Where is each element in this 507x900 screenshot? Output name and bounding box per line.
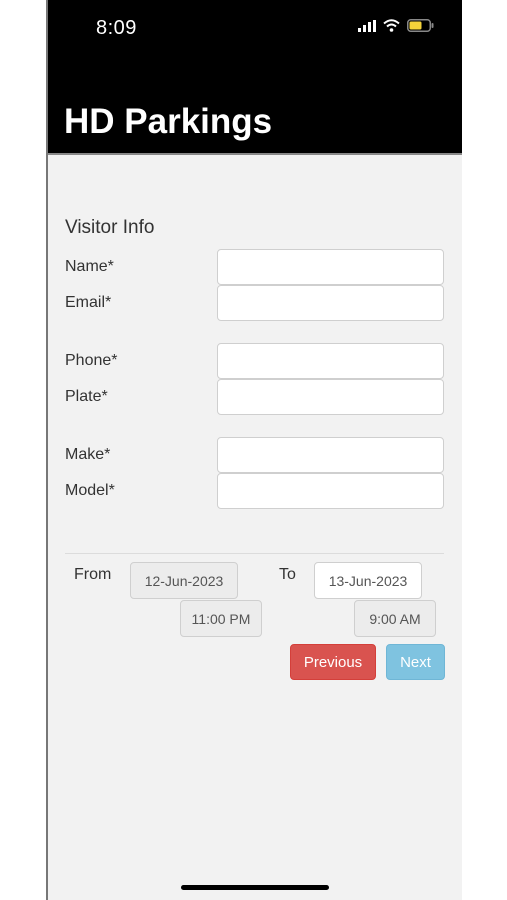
model-label: Model* xyxy=(65,482,115,499)
form-divider xyxy=(65,553,444,554)
status-icons xyxy=(358,19,434,32)
app-title: HD Parkings xyxy=(64,102,273,141)
previous-button[interactable]: Previous xyxy=(290,644,376,680)
battery-icon xyxy=(407,19,434,32)
from-date-field[interactable]: 12-Jun-2023 xyxy=(130,562,238,599)
from-label: From xyxy=(74,566,112,583)
email-label: Email* xyxy=(65,294,112,311)
plate-label: Plate* xyxy=(65,388,108,405)
phone-screen: 8:09 HD Parkings Visitor Info Name* Emai… xyxy=(46,0,462,900)
app-header: 8:09 HD Parkings xyxy=(48,0,462,155)
make-label: Make* xyxy=(65,446,111,463)
name-field[interactable] xyxy=(217,249,444,285)
visitor-info-heading: Visitor Info xyxy=(65,217,155,238)
email-field[interactable] xyxy=(217,285,444,321)
status-time: 8:09 xyxy=(96,17,137,39)
wifi-icon xyxy=(383,19,400,32)
model-field[interactable] xyxy=(217,473,444,509)
next-button[interactable]: Next xyxy=(386,644,445,680)
from-time-field[interactable]: 11:00 PM xyxy=(180,600,262,637)
to-time-field[interactable]: 9:00 AM xyxy=(354,600,436,637)
to-label: To xyxy=(279,566,296,583)
to-date-field[interactable]: 13-Jun-2023 xyxy=(314,562,422,599)
make-field[interactable] xyxy=(217,437,444,473)
plate-field[interactable] xyxy=(217,379,444,415)
phone-label: Phone* xyxy=(65,352,118,369)
cellular-signal-icon xyxy=(358,19,376,32)
phone-field[interactable] xyxy=(217,343,444,379)
home-indicator[interactable] xyxy=(181,885,329,890)
name-label: Name* xyxy=(65,258,114,275)
